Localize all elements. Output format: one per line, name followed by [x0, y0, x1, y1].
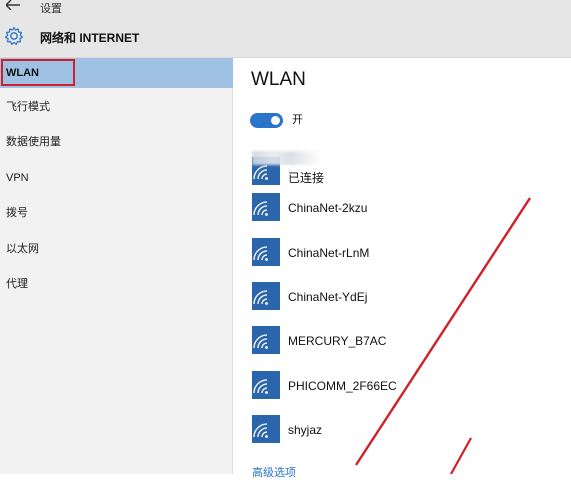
network-item[interactable]: MERCURY_B7AC	[252, 326, 552, 358]
wifi-signal-icon	[252, 371, 280, 399]
sidebar-item-data-usage[interactable]: 数据使用量	[0, 127, 233, 157]
network-item[interactable]: ChinaNet-YdEj	[252, 282, 552, 314]
sidebar-item-vpn[interactable]: VPN	[0, 163, 233, 193]
network-name: ChinaNet-rLnM	[288, 246, 370, 260]
page-title: WLAN	[251, 69, 306, 90]
wifi-signal-icon	[252, 415, 280, 443]
network-name: PHICOMM_2F66EC	[288, 379, 397, 393]
network-name: ChinaNet-2kzu	[288, 201, 368, 215]
sidebar-item-dialup[interactable]: 拨号	[0, 198, 233, 228]
network-item[interactable]: PHICOMM_2F66EC	[252, 371, 552, 403]
wifi-toggle-label: 开	[292, 114, 303, 126]
app-title: 设置	[40, 3, 62, 15]
network-item-connected[interactable]: 已连接	[252, 151, 552, 189]
wifi-signal-icon	[252, 326, 280, 354]
title-bar: 设置 网络和 INTERNET	[0, 0, 571, 58]
sidebar-item-label: 数据使用量	[6, 136, 61, 148]
toggle-knob	[271, 116, 280, 125]
wifi-toggle[interactable]	[250, 113, 283, 128]
sidebar-item-label: 拨号	[6, 207, 28, 219]
sidebar: WLAN 飞行模式 数据使用量 VPN 拨号 以太网 代理	[0, 58, 233, 474]
back-arrow-icon[interactable]	[6, 0, 24, 14]
redacted-network-name	[252, 151, 322, 165]
network-item[interactable]: ChinaNet-2kzu	[252, 193, 552, 225]
network-name: shyjaz	[288, 423, 323, 437]
sidebar-item-label: 代理	[6, 278, 28, 290]
highlight-box	[1, 59, 75, 86]
section-title: 网络和 INTERNET	[40, 31, 140, 45]
sidebar-item-label: VPN	[6, 172, 29, 184]
network-name: ChinaNet-YdEj	[288, 290, 368, 304]
wifi-signal-icon	[252, 238, 280, 266]
network-item[interactable]: ChinaNet-rLnM	[252, 238, 552, 270]
network-name: MERCURY_B7AC	[288, 334, 387, 348]
sidebar-item-ethernet[interactable]: 以太网	[0, 234, 233, 264]
network-status: 已连接	[288, 171, 325, 185]
network-item[interactable]: shyjaz	[252, 415, 552, 447]
wifi-signal-icon	[252, 193, 280, 221]
wifi-signal-icon	[252, 282, 280, 310]
sidebar-item-proxy[interactable]: 代理	[0, 269, 233, 299]
advanced-options-link[interactable]: 高级选项	[252, 464, 296, 480]
gear-icon	[4, 26, 24, 46]
sidebar-item-wlan[interactable]: WLAN	[0, 58, 233, 88]
main-content: WLAN 开 已连接 ChinaNet-2kzu ChinaNet-rLnM C…	[233, 58, 571, 479]
sidebar-item-airplane-mode[interactable]: 飞行模式	[0, 92, 233, 122]
sidebar-item-label: 以太网	[6, 243, 39, 255]
sidebar-item-label: 飞行模式	[6, 101, 50, 113]
